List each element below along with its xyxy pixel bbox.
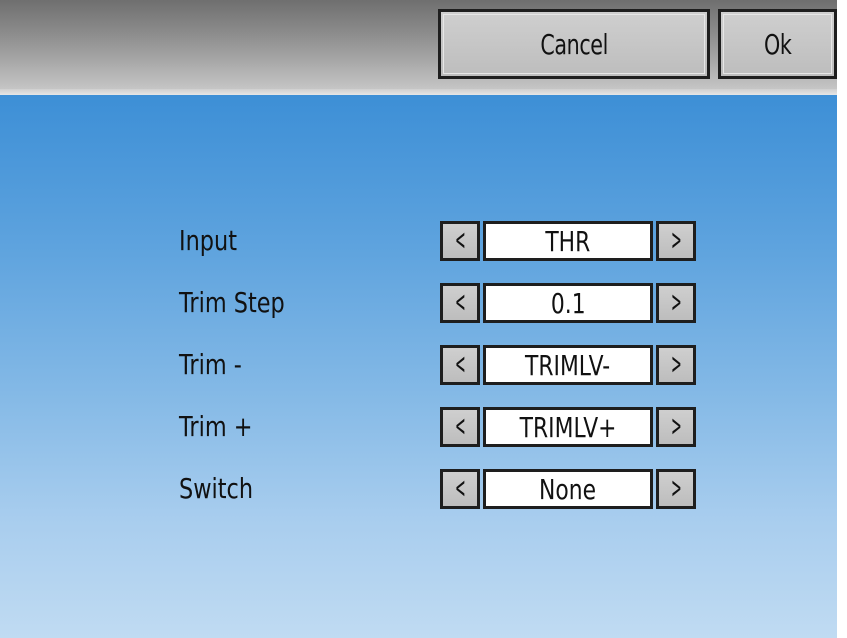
- trim-plus-label: Trim +: [179, 410, 253, 443]
- switch-value[interactable]: None: [483, 469, 653, 509]
- switch-selector: < None >: [440, 469, 696, 509]
- chevron-left-icon: <: [455, 406, 465, 445]
- chevron-left-icon: <: [455, 282, 465, 321]
- trim-minus-prev-button[interactable]: <: [440, 345, 480, 385]
- switch-label: Switch: [179, 472, 254, 505]
- input-next-button[interactable]: >: [656, 221, 696, 261]
- trim-step-prev-button[interactable]: <: [440, 283, 480, 323]
- trim-plus-selector: < TRIMLV+ >: [440, 407, 696, 447]
- trim-minus-next-button[interactable]: >: [656, 345, 696, 385]
- trim-step-selector: < 0.1 >: [440, 283, 696, 323]
- right-border: [837, 0, 847, 638]
- trim-dialog: Cancel Ok Input < THR > Trim Step < 0.1 …: [0, 0, 837, 638]
- cancel-button-label: Cancel: [540, 27, 608, 61]
- trim-step-value[interactable]: 0.1: [483, 283, 653, 323]
- trim-step-label: Trim Step: [179, 286, 285, 319]
- trim-plus-next-button[interactable]: >: [656, 407, 696, 447]
- trim-minus-label: Trim -: [179, 348, 242, 381]
- switch-prev-button[interactable]: <: [440, 469, 480, 509]
- trim-minus-value[interactable]: TRIMLV-: [483, 345, 653, 385]
- trim-plus-value[interactable]: TRIMLV+: [483, 407, 653, 447]
- trim-minus-selector: < TRIMLV- >: [440, 345, 696, 385]
- trim-step-next-button[interactable]: >: [656, 283, 696, 323]
- ok-button[interactable]: Ok: [718, 9, 837, 79]
- input-value[interactable]: THR: [483, 221, 653, 261]
- cancel-button[interactable]: Cancel: [438, 9, 710, 79]
- chevron-left-icon: <: [455, 468, 465, 507]
- input-prev-button[interactable]: <: [440, 221, 480, 261]
- form-area: [0, 95, 837, 638]
- chevron-right-icon: >: [671, 406, 681, 445]
- trim-plus-prev-button[interactable]: <: [440, 407, 480, 447]
- chevron-left-icon: <: [455, 220, 465, 259]
- ok-button-label: Ok: [763, 27, 792, 61]
- input-selector: < THR >: [440, 221, 696, 261]
- chevron-right-icon: >: [671, 468, 681, 507]
- input-label: Input: [179, 224, 238, 257]
- switch-next-button[interactable]: >: [656, 469, 696, 509]
- title-bar: Cancel Ok: [0, 0, 837, 89]
- chevron-left-icon: <: [455, 344, 465, 383]
- chevron-right-icon: >: [671, 282, 681, 321]
- chevron-right-icon: >: [671, 220, 681, 259]
- chevron-right-icon: >: [671, 344, 681, 383]
